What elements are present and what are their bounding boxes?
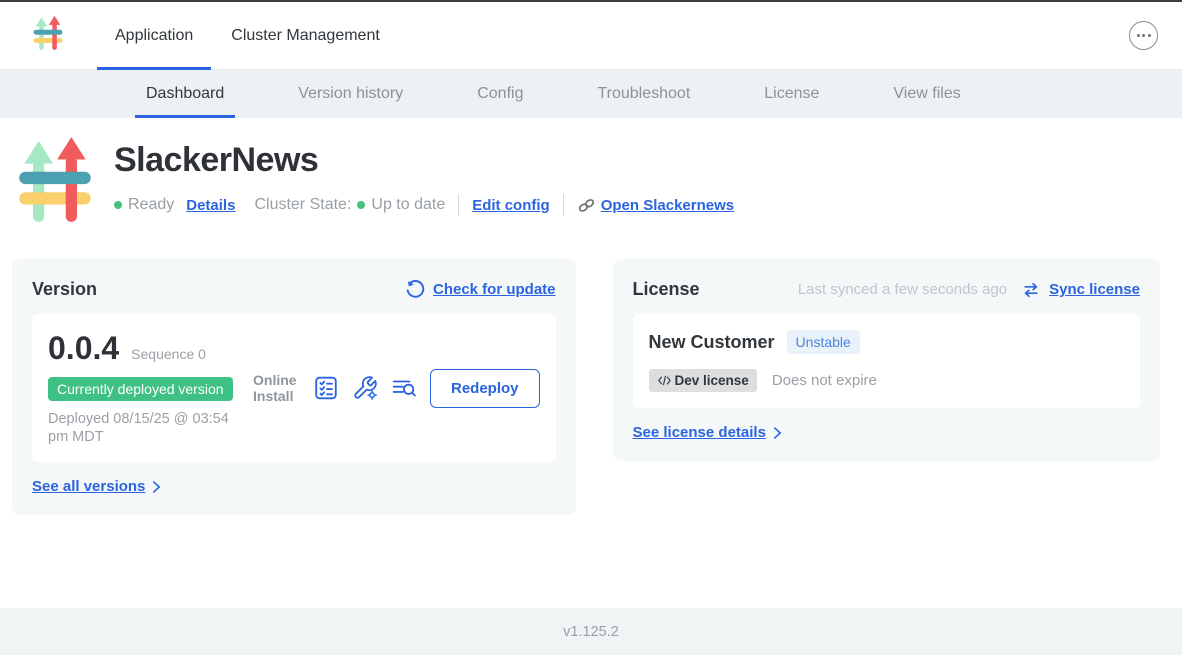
subnav-version-history[interactable]: Version history <box>287 70 414 118</box>
page-title: SlackerNews <box>114 141 734 180</box>
subnav-config[interactable]: Config <box>466 70 534 118</box>
redeploy-button[interactable]: Redeploy <box>430 369 540 408</box>
app-ready-status-dot <box>114 201 122 209</box>
deployed-status-badge: Currently deployed version <box>48 377 233 401</box>
subnav-view-files-label: View files <box>893 85 960 103</box>
subnav-config-label: Config <box>477 85 523 103</box>
version-card: Version Check for update 0.0.4 Sequ <box>12 259 576 515</box>
last-synced-label: Last synced a few seconds ago <box>798 281 1007 298</box>
divider <box>563 194 564 216</box>
top-nav: Application Cluster Management <box>0 2 1182 70</box>
cluster-state-label: Cluster State: <box>254 196 351 214</box>
app-sub-nav: Dashboard Version history Config Trouble… <box>0 70 1182 118</box>
see-license-details-link[interactable]: See license details <box>633 424 766 441</box>
subnav-troubleshoot[interactable]: Troubleshoot <box>586 70 701 118</box>
dashboard-cards: Version Check for update 0.0.4 Sequ <box>0 232 1182 515</box>
sequence-label: Sequence 0 <box>131 346 206 362</box>
subnav-dashboard[interactable]: Dashboard <box>135 70 235 118</box>
status-details-link[interactable]: Details <box>186 197 235 214</box>
slackernews-app-logo <box>18 135 92 232</box>
code-icon <box>657 375 672 386</box>
license-detail-panel: New Customer Unstable Dev license <box>633 314 1140 408</box>
console-footer: v1.125.2 <box>0 608 1182 655</box>
license-card-title: License <box>633 279 700 300</box>
install-type-label: Online Install <box>253 372 300 404</box>
edit-config-link[interactable]: Edit config <box>472 197 550 214</box>
tab-cluster-management[interactable]: Cluster Management <box>213 2 398 69</box>
sync-arrows-icon[interactable] <box>1021 280 1041 300</box>
tab-application[interactable]: Application <box>97 2 211 69</box>
open-slackernews-link[interactable]: Open Slackernews <box>601 197 734 214</box>
channel-badge: Unstable <box>787 330 860 354</box>
top-nav-tabs: Application Cluster Management <box>97 2 398 69</box>
dashboard-main: SlackerNews Ready Details Cluster State:… <box>0 118 1182 608</box>
current-version-panel: 0.0.4 Sequence 0 Currently deployed vers… <box>32 314 556 462</box>
link-chain-icon <box>577 196 596 215</box>
app-status-row: Ready Details Cluster State: Up to date … <box>114 194 734 216</box>
chevron-right-icon <box>152 480 161 494</box>
tab-cluster-management-label: Cluster Management <box>231 27 380 45</box>
subnav-version-history-label: Version history <box>298 85 403 103</box>
deployed-timestamp: Deployed 08/15/25 @ 03:54 pm MDT <box>48 410 248 446</box>
console-version-label: v1.125.2 <box>563 624 619 640</box>
version-card-title: Version <box>32 279 97 300</box>
app-status-label: Ready <box>128 196 174 214</box>
chevron-right-icon <box>773 426 782 440</box>
divider <box>458 194 459 216</box>
check-for-update-link[interactable]: Check for update <box>433 281 556 298</box>
slackernews-logo-icon <box>33 15 63 57</box>
license-type-badge: Dev license <box>649 369 757 392</box>
config-wrench-icon[interactable] <box>352 375 378 401</box>
tab-application-label: Application <box>115 27 193 45</box>
subnav-view-files[interactable]: View files <box>882 70 971 118</box>
see-all-versions-link[interactable]: See all versions <box>32 478 145 495</box>
license-expiration: Does not expire <box>772 372 877 389</box>
license-type-label: Dev license <box>675 373 749 388</box>
sync-license-link[interactable]: Sync license <box>1049 281 1140 298</box>
app-header: SlackerNews Ready Details Cluster State:… <box>0 118 1182 232</box>
view-logs-icon[interactable] <box>391 375 417 401</box>
cluster-state-dot <box>357 201 365 209</box>
version-number: 0.0.4 <box>48 330 119 367</box>
overflow-menu-button[interactable] <box>1129 21 1158 50</box>
subnav-troubleshoot-label: Troubleshoot <box>597 85 690 103</box>
customer-name: New Customer <box>649 332 775 353</box>
license-card: License Last synced a few seconds ago Sy… <box>613 259 1160 461</box>
refresh-icon[interactable] <box>404 279 425 300</box>
subnav-license-label: License <box>764 85 819 103</box>
subnav-dashboard-label: Dashboard <box>146 85 224 103</box>
cluster-state-value: Up to date <box>371 196 445 214</box>
subnav-license[interactable]: License <box>753 70 830 118</box>
preflight-checks-icon[interactable] <box>313 375 339 401</box>
